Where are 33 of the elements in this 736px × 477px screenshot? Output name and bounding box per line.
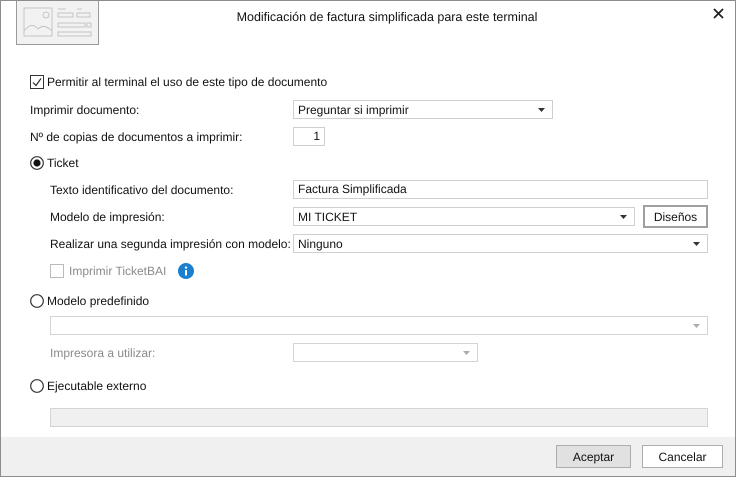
checkbox[interactable] <box>30 75 44 89</box>
designs-button[interactable]: Diseños <box>643 205 708 228</box>
info-icon[interactable] <box>178 262 194 278</box>
checkbox-label: Imprimir TicketBAI <box>69 264 166 278</box>
field-label: Realizar una segunda impresión con modelo: <box>50 236 292 250</box>
radio-button[interactable] <box>30 294 44 308</box>
caret-icon <box>538 108 545 112</box>
cancel-button[interactable]: Cancelar <box>642 445 723 468</box>
field-label: Impresora a utilizar: <box>50 346 156 360</box>
field-label: Imprimir documento: <box>30 102 140 116</box>
window-title: Modificación de factura simplificada para este terminal <box>236 10 538 24</box>
dropdown[interactable]: Ninguno <box>293 234 708 253</box>
field-label: Texto identificativo del documento: <box>50 182 234 196</box>
text-field[interactable] <box>50 408 708 427</box>
radio-button[interactable] <box>30 156 44 170</box>
number-field[interactable]: 1 <box>293 127 325 146</box>
document-form-icon <box>16 1 99 45</box>
field-label: Nº de copias de documentos a imprimir: <box>30 130 244 144</box>
text-field[interactable]: Factura Simplificada <box>293 180 708 199</box>
close-icon[interactable] <box>713 8 724 19</box>
caret-icon <box>463 350 470 354</box>
dropdown[interactable]: MI TICKET <box>293 207 635 226</box>
dropdown[interactable]: Preguntar si imprimir <box>293 100 553 119</box>
radio-label: Ticket <box>47 156 79 170</box>
checkbox-label: Permitir al terminal el uso de este tipo de documento <box>47 75 328 89</box>
caret-icon <box>693 242 700 246</box>
radio-button[interactable] <box>30 379 44 393</box>
radio-label: Ejecutable externo <box>47 379 146 393</box>
caret-icon <box>620 214 627 218</box>
radio-label: Modelo predefinido <box>47 294 150 308</box>
caret-icon <box>693 324 700 328</box>
field-label: Modelo de impresión: <box>50 210 166 224</box>
accept-button[interactable]: Aceptar <box>556 445 631 468</box>
